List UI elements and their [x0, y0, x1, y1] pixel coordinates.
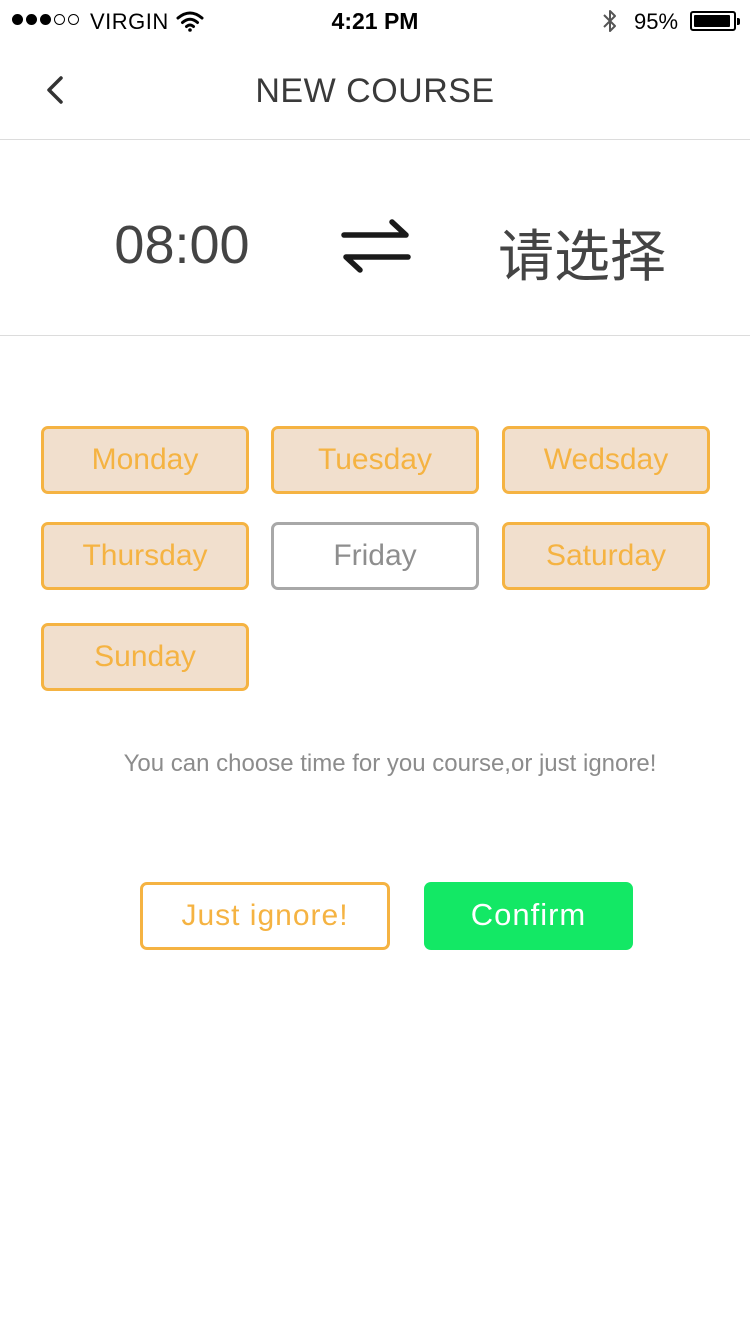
start-time-picker[interactable]: 08:00 — [0, 214, 364, 276]
ignore-button[interactable]: Just ignore! — [140, 882, 390, 950]
battery-icon — [690, 11, 740, 31]
day-chip-tuesday[interactable]: Tuesday — [271, 426, 479, 494]
end-time-picker[interactable]: 请选择 — [498, 212, 666, 293]
status-bar: VIRGIN 4:21 PM 95% — [0, 0, 750, 40]
confirm-button[interactable]: Confirm — [424, 882, 633, 950]
day-chip-wednesday[interactable]: Wedsday — [502, 426, 710, 494]
battery-fill — [694, 15, 731, 27]
time-range-row: 08:00 请选择 — [0, 140, 750, 336]
day-chip-monday[interactable]: Monday — [41, 426, 249, 494]
nav-bar: NEW COURSE — [0, 40, 750, 140]
hint-text: You can choose time for you course,or ju… — [123, 750, 657, 777]
battery-percent: 95% — [634, 9, 679, 34]
page-title: NEW COURSE — [255, 72, 495, 110]
day-chip-thursday[interactable]: Thursday — [41, 522, 249, 590]
screen: VIRGIN 4:21 PM 95% NEW COURSE 08:00 请选择 … — [0, 0, 750, 1334]
day-chip-friday[interactable]: Friday — [271, 522, 479, 590]
bluetooth-icon — [603, 10, 616, 32]
battery-nub — [737, 18, 740, 25]
day-chip-sunday[interactable]: Sunday — [41, 623, 249, 691]
day-chip-saturday[interactable]: Saturday — [502, 522, 710, 590]
swap-arrows-icon[interactable] — [340, 218, 412, 274]
